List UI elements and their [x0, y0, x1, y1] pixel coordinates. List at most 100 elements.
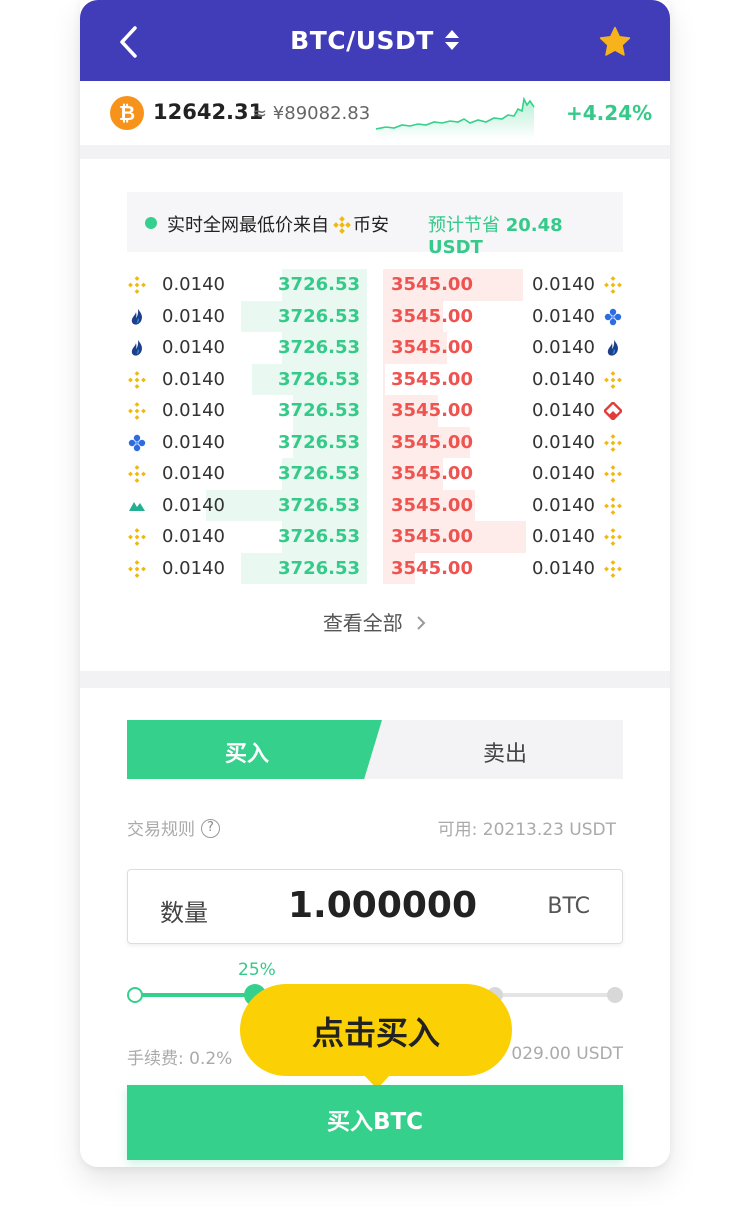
help-icon: ?: [201, 819, 220, 838]
header-bar: BTC/USDT: [80, 0, 670, 81]
binance-icon: [604, 496, 622, 515]
bid-price: 3726.53: [278, 431, 360, 453]
view-all-link[interactable]: 查看全部: [80, 607, 670, 636]
bid-amount: 0.0140: [162, 274, 225, 295]
ask-price: 3545.00: [391, 368, 473, 390]
banner-exchange: 币安: [353, 215, 389, 236]
sort-arrows-icon: [444, 30, 459, 50]
divider: [80, 145, 670, 159]
ask-amount: 0.0140: [532, 274, 595, 295]
sparkline-chart: [376, 96, 535, 139]
ask-amount: 0.0140: [532, 494, 595, 516]
orderbook-row: 0.0140 3726.53 3545.00 0.0140: [80, 363, 670, 395]
bid-amount: 0.0140: [162, 526, 225, 547]
bid-amount: 0.0140: [162, 494, 225, 516]
binance-icon: [128, 276, 146, 294]
ask-amount: 0.0140: [532, 557, 595, 579]
ask-amount: 0.0140: [532, 431, 595, 453]
ask-amount: 0.0140: [532, 463, 595, 484]
fee-text: 手续费: 0.2%: [127, 1049, 233, 1069]
binance-icon: [333, 215, 351, 234]
orderbook-row: 0.0140 3726.53 3545.00 0.0140: [80, 426, 670, 458]
bid-price: 3726.53: [278, 368, 360, 390]
pair-selector[interactable]: BTC/USDT: [80, 26, 670, 55]
slider-percent: 25%: [238, 960, 276, 980]
binance-icon: [604, 465, 622, 483]
view-all-label: 查看全部: [322, 611, 403, 635]
quantity-field[interactable]: 数量 1.000000 BTC: [127, 869, 623, 944]
bid-amount: 0.0140: [162, 557, 225, 579]
ask-amount: 0.0140: [532, 305, 595, 327]
best-price-banner: 实时全网最低价来自 币安 预计节省 20.48 USDT: [127, 192, 623, 258]
tab-sell-label: 卖出: [482, 742, 527, 767]
binance-icon: [128, 465, 146, 483]
save-label: 预计节省: [428, 215, 500, 236]
ask-amount: 0.0140: [532, 400, 595, 421]
gate-icon: [604, 402, 622, 420]
bid-amount: 0.0140: [162, 400, 225, 421]
binance-icon: [604, 559, 622, 578]
bid-price: 3726.53: [278, 274, 360, 295]
last-price: 12642.31: [153, 100, 264, 124]
bid-amount: 0.0140: [162, 337, 225, 358]
okex-icon: [604, 308, 622, 325]
orderbook-panel: 实时全网最低价来自 币安 预计节省 20.48 USDT 0.0140 3726.…: [80, 159, 670, 671]
binance-icon: [604, 276, 622, 294]
chevron-right-icon: [417, 616, 426, 630]
available-balance: 可用: 20213.23 USDT: [437, 820, 616, 840]
binance-icon: [128, 528, 146, 546]
orderbook-row: 0.0140 3726.53 3545.00 0.0140: [80, 332, 670, 364]
bid-amount: 0.0140: [162, 305, 225, 327]
slider-step[interactable]: [607, 987, 623, 1003]
slider-step[interactable]: [127, 987, 143, 1003]
bid-price: 3726.53: [278, 400, 360, 421]
ask-amount: 0.0140: [532, 368, 595, 390]
bid-price: 3726.53: [278, 557, 360, 579]
orderbook-row: 0.0140 3726.53 3545.00 0.0140: [80, 552, 670, 584]
tooltip-text: 点击买入: [311, 1014, 440, 1052]
binance-icon: [128, 370, 146, 389]
banner-text: 实时全网最低价来自: [167, 215, 329, 236]
orderbook-row: 0.0140 3726.53 3545.00 0.0140: [80, 458, 670, 490]
ask-price: 3545.00: [391, 274, 473, 295]
ask-price: 3545.00: [391, 431, 473, 453]
orderbook-row: 0.0140 3726.53 3545.00 0.0140: [80, 395, 670, 427]
bid-price: 3726.53: [278, 494, 360, 516]
buy-sell-tabs: 买入 卖出: [127, 720, 623, 779]
kucoin-icon: [129, 501, 145, 511]
bid-price: 3726.53: [278, 526, 360, 547]
price-ticker: ₿ 12642.31 ≈ ¥89082.83 +4.24%: [80, 81, 670, 145]
phone-screen: BTC/USDT ₿ 12642.31 ≈ ¥89082.83 +4.24% 实…: [80, 0, 670, 1167]
price-change: +4.24%: [566, 101, 653, 125]
slider-fill: [135, 993, 255, 997]
ask-amount: 0.0140: [532, 526, 595, 547]
buy-btc-button[interactable]: 买入BTC: [127, 1085, 623, 1160]
divider: [80, 671, 670, 688]
quantity-input[interactable]: 1.000000: [288, 885, 477, 926]
huobi-icon: [131, 308, 143, 325]
binance-icon: [604, 433, 622, 452]
binance-icon: [128, 402, 146, 420]
cny-price: ≈ ¥89082.83: [252, 103, 371, 124]
binance-icon: [128, 559, 146, 578]
tooltip-bubble: 点击买入: [240, 984, 512, 1089]
bid-price: 3726.53: [278, 337, 360, 358]
orderbook-row: 0.0140 3726.53 3545.00 0.0140: [80, 521, 670, 553]
orderbook-row: 0.0140 3726.53 3545.00 0.0140: [80, 269, 670, 301]
okex-icon: [128, 434, 146, 451]
ask-price: 3545.00: [391, 305, 473, 327]
huobi-icon: [607, 340, 619, 356]
bid-amount: 0.0140: [162, 463, 225, 484]
orderbook-row: 0.0140 3726.53 3545.00 0.0140: [80, 300, 670, 332]
favorite-star-icon[interactable]: [598, 26, 632, 58]
trade-rules-label: 交易规则: [127, 820, 195, 840]
huobi-icon: [131, 340, 143, 356]
trade-rules-link[interactable]: 交易规则?: [127, 815, 220, 840]
orderbook-rows: 0.0140 3726.53 3545.00 0.0140 0.0140 3726.53 3…: [80, 269, 670, 589]
binance-icon: [604, 528, 622, 546]
estimate-total: 029.00 USDT: [511, 1044, 623, 1064]
ask-price: 3545.00: [391, 400, 473, 421]
live-dot-icon: [145, 217, 157, 229]
bid-amount: 0.0140: [162, 431, 225, 453]
ask-price: 3545.00: [391, 526, 473, 547]
